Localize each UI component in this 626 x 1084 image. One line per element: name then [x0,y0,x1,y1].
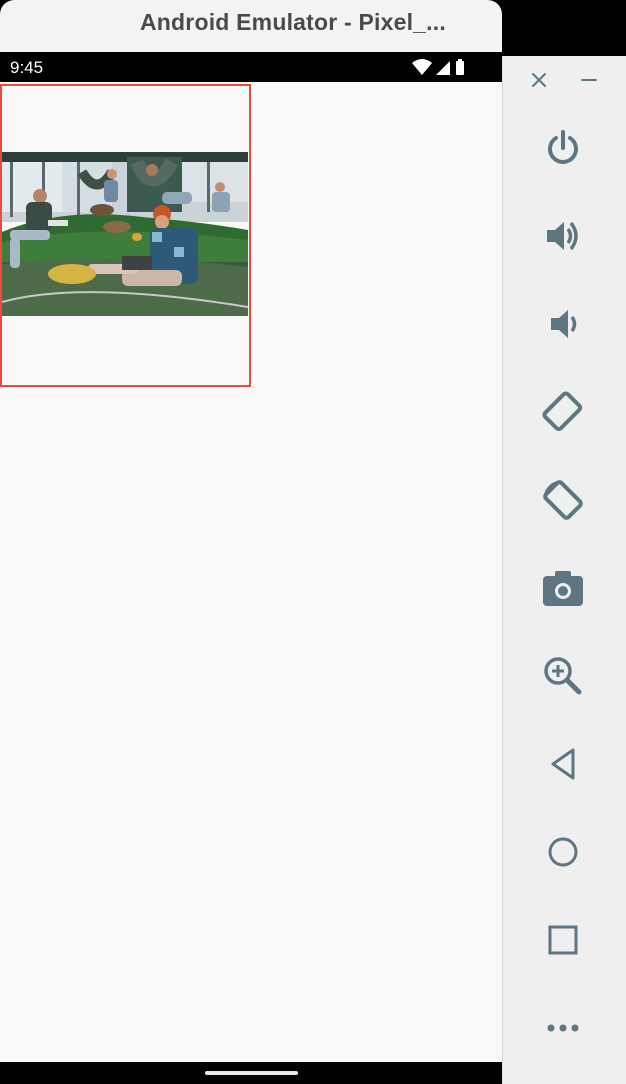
photo-image[interactable] [2,152,248,316]
zoom-in-icon [544,657,582,695]
screenshot-button[interactable] [539,564,587,612]
volume-down-icon [551,310,577,338]
zoom-button[interactable] [539,652,587,700]
more-icon [547,1024,579,1032]
volume-up-button[interactable] [539,212,587,260]
rotate-right-button[interactable] [539,476,587,524]
home-button[interactable] [539,828,587,876]
overview-button[interactable] [539,916,587,964]
close-icon[interactable] [529,70,549,90]
overview-icon [548,925,578,955]
status-icons [412,58,468,76]
home-gesture-pill[interactable] [205,1071,298,1075]
volume-down-button[interactable] [539,300,587,348]
app-screen [0,82,502,1062]
emulator-desktop: Android Emulator - Pixel_... 9:45 [0,0,626,1084]
rotate-right-icon [543,480,583,520]
camera-icon [543,571,583,606]
rotate-left-button[interactable] [539,388,587,436]
battery-icon [456,59,464,75]
toolbar-window-controls [503,56,626,108]
more-button[interactable] [539,1004,587,1052]
android-status-bar: 9:45 [0,52,502,82]
wifi-icon [412,59,432,75]
power-button[interactable] [539,124,587,172]
window-titlebar[interactable]: Android Emulator - Pixel_... [0,0,502,52]
power-icon [548,130,578,164]
home-icon [548,837,578,867]
rotate-left-icon [542,391,583,432]
minimize-icon[interactable] [579,70,599,90]
android-nav-bar [0,1062,502,1084]
cell-signal-icon [436,61,450,75]
volume-up-icon [547,221,578,251]
emulator-side-toolbar [502,56,626,1084]
status-time: 9:45 [10,58,44,77]
back-icon [551,748,575,780]
back-button[interactable] [539,740,587,788]
emulator-window: Android Emulator - Pixel_... 9:45 [0,0,502,1084]
window-title: Android Emulator - Pixel_... [140,9,446,35]
